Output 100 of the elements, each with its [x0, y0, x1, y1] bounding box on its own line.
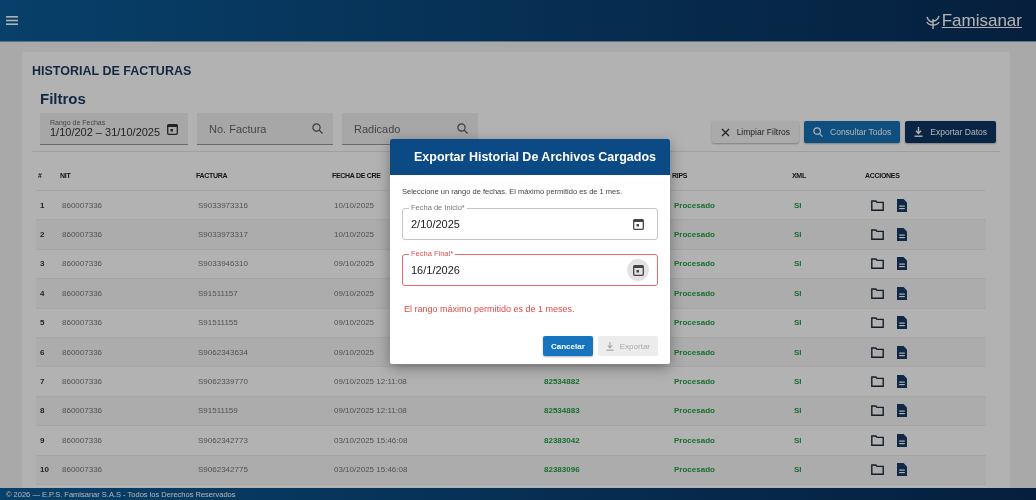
document-icon[interactable]: [897, 228, 907, 242]
table-cell-text: S91511155: [197, 318, 238, 328]
table-cell-text: SI: [793, 435, 802, 445]
document-icon[interactable]: [897, 404, 907, 418]
table-cell-text: 860007336: [61, 406, 103, 416]
download-icon: [605, 341, 614, 351]
document-icon[interactable]: [897, 345, 907, 359]
status-text: Procesado: [673, 347, 715, 357]
table-cell-text: 09/10/2025 12:11:08: [333, 377, 407, 387]
table-cell-text: S91511157: [197, 288, 238, 298]
document-icon[interactable]: [897, 375, 907, 389]
document-icon[interactable]: [897, 257, 907, 271]
document-icon[interactable]: [897, 433, 907, 447]
table-cell-text: 09/10/2025: [333, 259, 375, 269]
table-cell-text: 10: [39, 465, 49, 475]
table-cell-text: S9062339770: [197, 377, 248, 387]
calendar-icon[interactable]: [167, 122, 178, 135]
logo-text[interactable]: Famisanar: [941, 10, 1022, 31]
search-icon: [813, 127, 823, 137]
table-cell-text: 7: [39, 377, 45, 387]
clear-button[interactable]: Limpiar Filtros: [711, 121, 799, 143]
status-text: Procesado: [673, 230, 715, 240]
error-message: El rango máximo permitido es de 1 meses.: [404, 304, 576, 314]
table-cell-text: 9: [39, 435, 45, 445]
table-cell-text: 1: [39, 200, 45, 210]
folder-icon[interactable]: [871, 405, 884, 417]
table-cell-text: S9033973317: [197, 230, 248, 240]
table-cell-text: 860007336: [61, 200, 103, 210]
status-text: Procesado: [673, 318, 715, 328]
folder-icon[interactable]: [871, 376, 884, 388]
search-button[interactable]: Consultar Todos: [804, 121, 901, 143]
page-title: HISTORIAL DE FACTURAS: [32, 64, 193, 78]
table-cell-text: 860007336: [61, 465, 103, 475]
table-cell-text: S9062342775: [197, 465, 248, 475]
status-text: Procesado: [673, 435, 715, 445]
menu-icon[interactable]: [6, 16, 18, 25]
table-cell-text: SI: [793, 406, 802, 416]
table-cell-text: SI: [793, 465, 802, 475]
filed-input[interactable]: Radicado: [352, 121, 456, 136]
table-cell-text: 8: [39, 406, 45, 416]
document-icon[interactable]: [897, 286, 907, 300]
table-cell-text: 860007336: [61, 259, 103, 269]
table-cell-text: 82383096: [543, 465, 580, 475]
calendar-icon: [632, 264, 644, 276]
export-button[interactable]: Exportar Datos: [905, 121, 996, 143]
table-cell-text: 82534883: [543, 406, 580, 416]
table-cell-text: SI: [793, 200, 802, 210]
status-text: Procesado: [673, 377, 715, 387]
table-cell-text: 03/10/2025 15:46:08: [333, 465, 408, 475]
table-cell-text: 09/10/2025: [333, 347, 375, 357]
table-cell-text: 10/10/2025: [333, 230, 375, 240]
search-icon: [312, 123, 323, 134]
document-icon[interactable]: [897, 316, 907, 330]
dialog-title: Exportar Historial De Archivos Cargados: [414, 150, 656, 164]
invoice-input[interactable]: No. Factura: [207, 121, 311, 136]
document-icon[interactable]: [897, 198, 907, 212]
cancel-button[interactable]: Cancelar: [542, 336, 593, 356]
folder-icon[interactable]: [871, 258, 884, 270]
table-cell-text: S9062342773: [197, 435, 248, 445]
folder-icon[interactable]: [871, 287, 884, 299]
table-cell-text: 4: [39, 288, 45, 298]
table-cell-text: 10/10/2025: [333, 200, 375, 210]
table-cell-text: SI: [793, 377, 802, 387]
download-icon: [914, 127, 924, 137]
folder-icon[interactable]: [871, 346, 884, 358]
table-cell-text: 860007336: [61, 435, 103, 445]
folder-icon[interactable]: [871, 434, 884, 446]
table-cell-text: 5: [39, 318, 45, 328]
invoice-search-field[interactable]: No. Factura: [197, 113, 333, 145]
table-cell-text: 860007336: [61, 347, 103, 357]
calendar-icon: [632, 218, 644, 230]
table-cell-text: 6: [39, 347, 45, 357]
table-cell-text: SI: [793, 288, 802, 298]
close-icon: [720, 127, 730, 137]
document-icon[interactable]: [897, 463, 907, 477]
search-icon: [457, 123, 468, 134]
table-cell-text: S9033973316: [197, 200, 248, 210]
table-cell-text: 860007336: [61, 377, 103, 387]
status-text: Procesado: [673, 288, 715, 298]
table-cell-text: SI: [793, 347, 802, 357]
folder-icon[interactable]: [871, 199, 884, 211]
folder-icon[interactable]: [871, 317, 884, 329]
table-cell-text: 860007336: [61, 318, 103, 328]
folder-icon[interactable]: [871, 229, 884, 241]
calendar-button[interactable]: [627, 259, 649, 281]
table-cell-text: 82383042: [543, 435, 580, 445]
status-text: Procesado: [673, 259, 715, 269]
status-text: Procesado: [673, 406, 715, 416]
table-cell-text: 09/10/2025: [333, 318, 375, 328]
table-cell-text: SI: [793, 318, 802, 328]
table-cell-text: 82534882: [543, 377, 580, 387]
table-cell-text: 09/10/2025 12:11:08: [333, 406, 407, 416]
table-cell-text: 3: [39, 259, 45, 269]
folder-icon[interactable]: [871, 464, 884, 476]
table-cell-text: 860007336: [61, 230, 103, 240]
table-cell-text: 860007336: [61, 288, 103, 298]
table-cell-text: 09/10/2025: [333, 288, 375, 298]
table-cell-text: S9033946310: [197, 259, 248, 269]
status-text: Procesado: [673, 200, 715, 210]
table-cell-text: 03/10/2025 15:46:08: [333, 435, 408, 445]
